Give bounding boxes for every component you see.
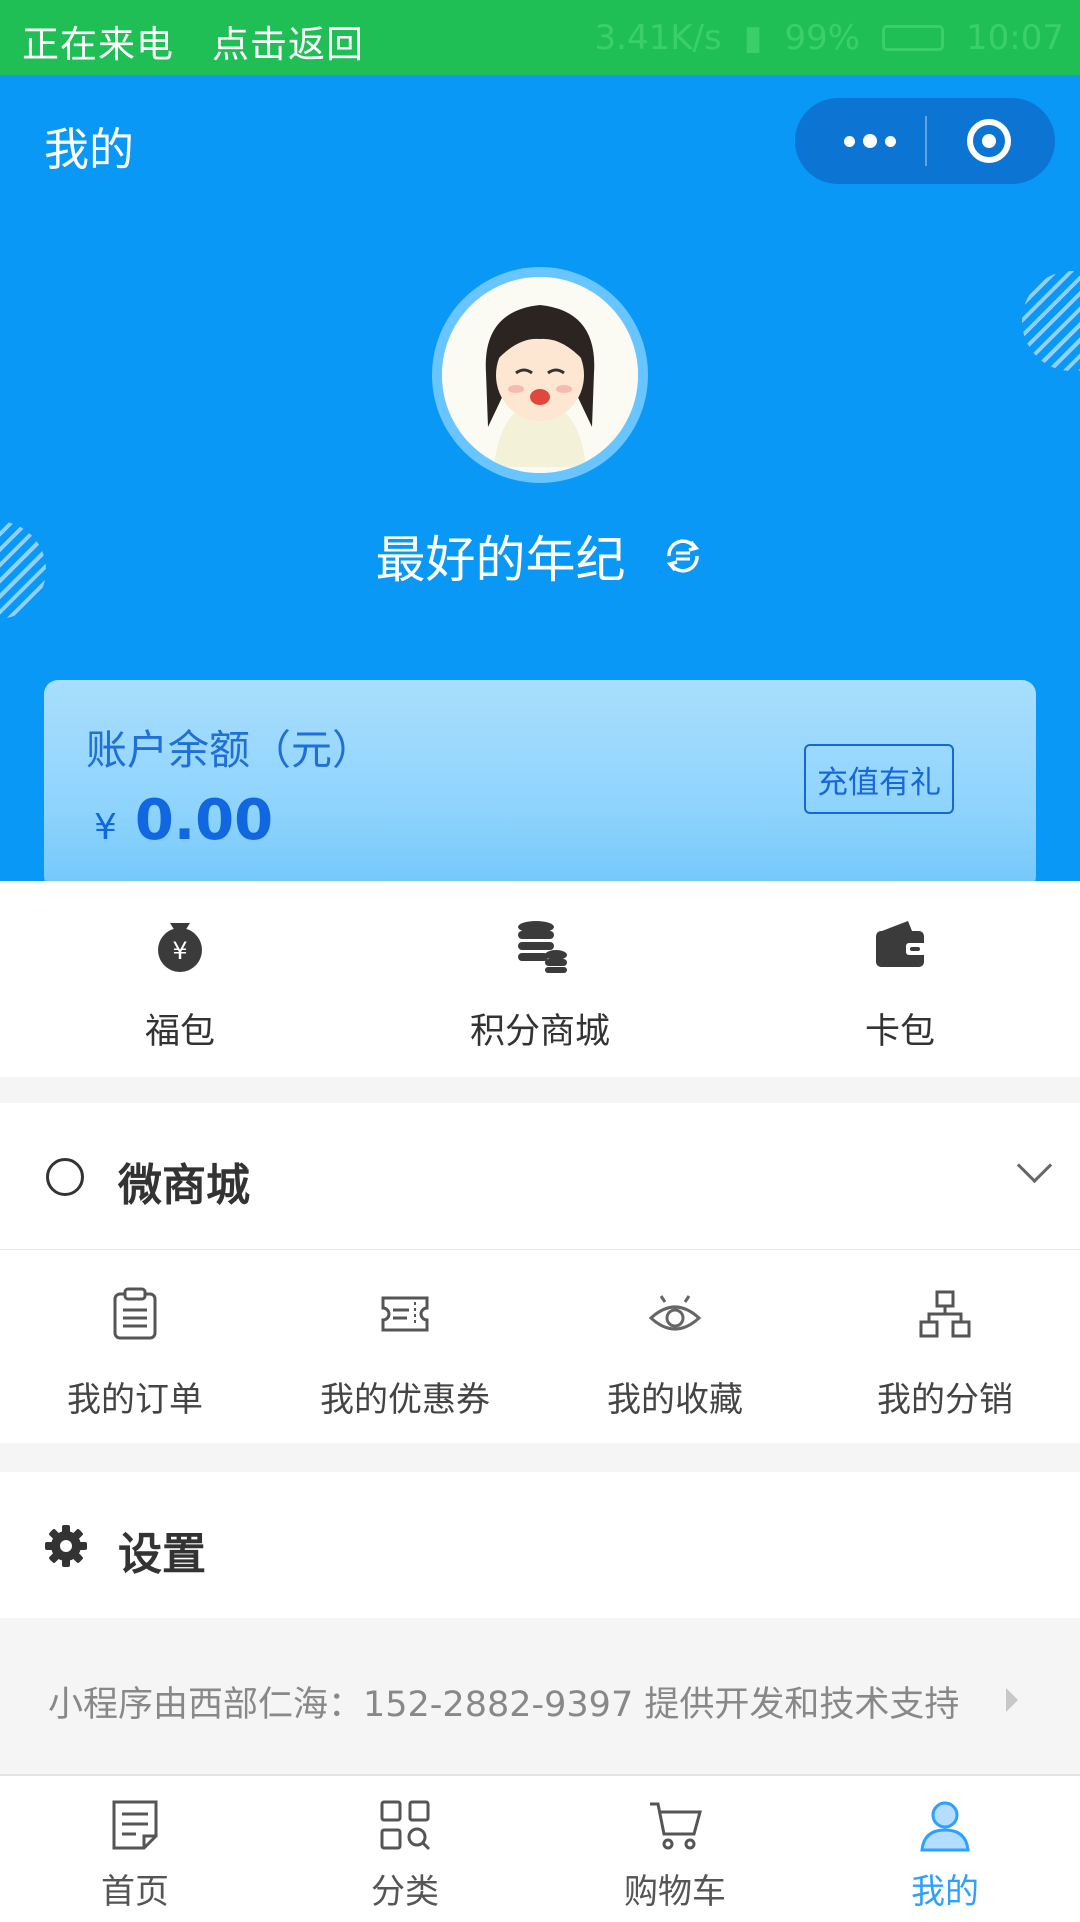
mall-title: 微商城 bbox=[118, 1160, 250, 1211]
tab-category[interactable]: 分类 bbox=[270, 1776, 540, 1922]
category-icon bbox=[380, 1800, 431, 1851]
tab-label: 首页 bbox=[101, 1872, 169, 1912]
mall-item-label: 我的分销 bbox=[877, 1380, 1013, 1420]
wallet-item-label: 积分商城 bbox=[469, 1012, 610, 1052]
battery-percent: 99% bbox=[784, 18, 861, 58]
call-status-text: 正在来电 bbox=[22, 23, 174, 66]
mall-item-label: 我的收藏 bbox=[607, 1380, 743, 1420]
wallet-item-fubao[interactable]: ¥ 福包 bbox=[0, 881, 360, 1077]
mall-grid: 我的订单 我的优惠券 我的收藏 我的分销 bbox=[0, 1250, 1080, 1443]
bottom-tab-bar: 首页 分类 购物车 我的 bbox=[0, 1774, 1080, 1922]
tab-home[interactable]: 首页 bbox=[0, 1776, 270, 1922]
system-indicators: 3.41K/s ▮ 99% 10:07 bbox=[595, 18, 1064, 58]
mall-item-label: 我的优惠券 bbox=[320, 1380, 490, 1420]
wallet-item-label: 福包 bbox=[144, 1012, 215, 1052]
cart-icon bbox=[650, 1802, 702, 1850]
balance-label: 账户余额（元） bbox=[86, 726, 373, 774]
switch-account-icon[interactable] bbox=[661, 534, 705, 578]
clock: 10:07 bbox=[966, 18, 1064, 58]
chevron-down-icon[interactable] bbox=[1016, 1147, 1053, 1184]
balance-card: 账户余额（元） ¥0.00 充值有礼 bbox=[44, 680, 1036, 881]
tab-label: 购物车 bbox=[624, 1872, 726, 1912]
network-speed: 3.41K/s bbox=[594, 18, 722, 58]
currency-symbol: ¥ bbox=[94, 807, 117, 848]
wallet-item-label: 卡包 bbox=[864, 1012, 935, 1052]
wallet-item-card-pack[interactable]: 卡包 bbox=[720, 881, 1080, 1077]
profile-header: 我的 最好的年纪 账户余额（元） ¥ 0.00 充值有礼 bbox=[0, 75, 1080, 881]
clipboard-icon bbox=[113, 1287, 157, 1340]
tab-label: 我的 bbox=[911, 1872, 979, 1912]
money-bag-icon: ¥ bbox=[158, 923, 202, 972]
settings-title: 设置 bbox=[118, 1529, 206, 1580]
battery-icon bbox=[882, 25, 945, 51]
tab-mine[interactable]: 我的 bbox=[810, 1776, 1080, 1922]
username: 最好的年纪 bbox=[375, 531, 626, 589]
wallet-icon bbox=[876, 921, 926, 967]
balance-amount: ¥0.00 bbox=[94, 788, 273, 853]
my-favorites-button[interactable]: 我的收藏 bbox=[540, 1250, 810, 1443]
status-bar: 正在来电 点击返回 3.41K/s ▮ 99% 10:07 bbox=[0, 0, 1080, 75]
eye-icon bbox=[648, 1295, 702, 1331]
wallet-item-points-mall[interactable]: 积分商城 bbox=[360, 881, 720, 1077]
more-icon[interactable] bbox=[835, 98, 905, 184]
hierarchy-icon bbox=[919, 1290, 971, 1338]
recharge-button[interactable]: 充值有礼 bbox=[804, 744, 954, 814]
return-to-call-text: 点击返回 bbox=[212, 23, 364, 66]
tab-cart[interactable]: 购物车 bbox=[540, 1776, 810, 1922]
wallet-row: ¥ 福包 积分商城 卡包 bbox=[0, 881, 1080, 1077]
support-info-row[interactable]: 小程序由西部仁海：152-2882-9397 提供开发和技术支持 bbox=[0, 1618, 1080, 1774]
user-icon bbox=[920, 1801, 970, 1852]
close-miniprogram-icon[interactable] bbox=[967, 119, 1011, 163]
gear-icon bbox=[45, 1525, 87, 1567]
chevron-right-icon bbox=[1006, 1688, 1018, 1712]
decorative-circle-icon bbox=[1022, 271, 1080, 371]
mall-section-header[interactable]: 微商城 bbox=[0, 1103, 1080, 1250]
support-text: 小程序由西部仁海：152-2882-9397 提供开发和技术支持 bbox=[48, 1685, 960, 1725]
avatar-girl-icon bbox=[442, 277, 638, 473]
svg-text:¥: ¥ bbox=[172, 937, 187, 965]
coupon-icon bbox=[381, 1296, 429, 1332]
mall-item-label: 我的订单 bbox=[67, 1380, 203, 1420]
tab-label: 分类 bbox=[371, 1872, 439, 1912]
miniprogram-capsule bbox=[795, 98, 1055, 184]
incoming-call-notice[interactable]: 正在来电 点击返回 bbox=[22, 14, 402, 68]
settings-row[interactable]: 设置 bbox=[0, 1472, 1080, 1618]
signal-icon: ▮ bbox=[743, 18, 763, 58]
document-icon bbox=[112, 1800, 158, 1850]
page-title: 我的 bbox=[44, 123, 135, 176]
my-distribution-button[interactable]: 我的分销 bbox=[810, 1250, 1080, 1443]
my-coupons-button[interactable]: 我的优惠券 bbox=[270, 1250, 540, 1443]
username-row: 最好的年纪 bbox=[0, 520, 1080, 592]
avatar[interactable] bbox=[432, 267, 648, 483]
circle-icon bbox=[46, 1158, 84, 1196]
my-orders-button[interactable]: 我的订单 bbox=[0, 1250, 270, 1443]
coin-stack-icon bbox=[518, 921, 567, 973]
capsule-divider bbox=[925, 116, 927, 166]
balance-value: 0.00 bbox=[134, 788, 274, 853]
